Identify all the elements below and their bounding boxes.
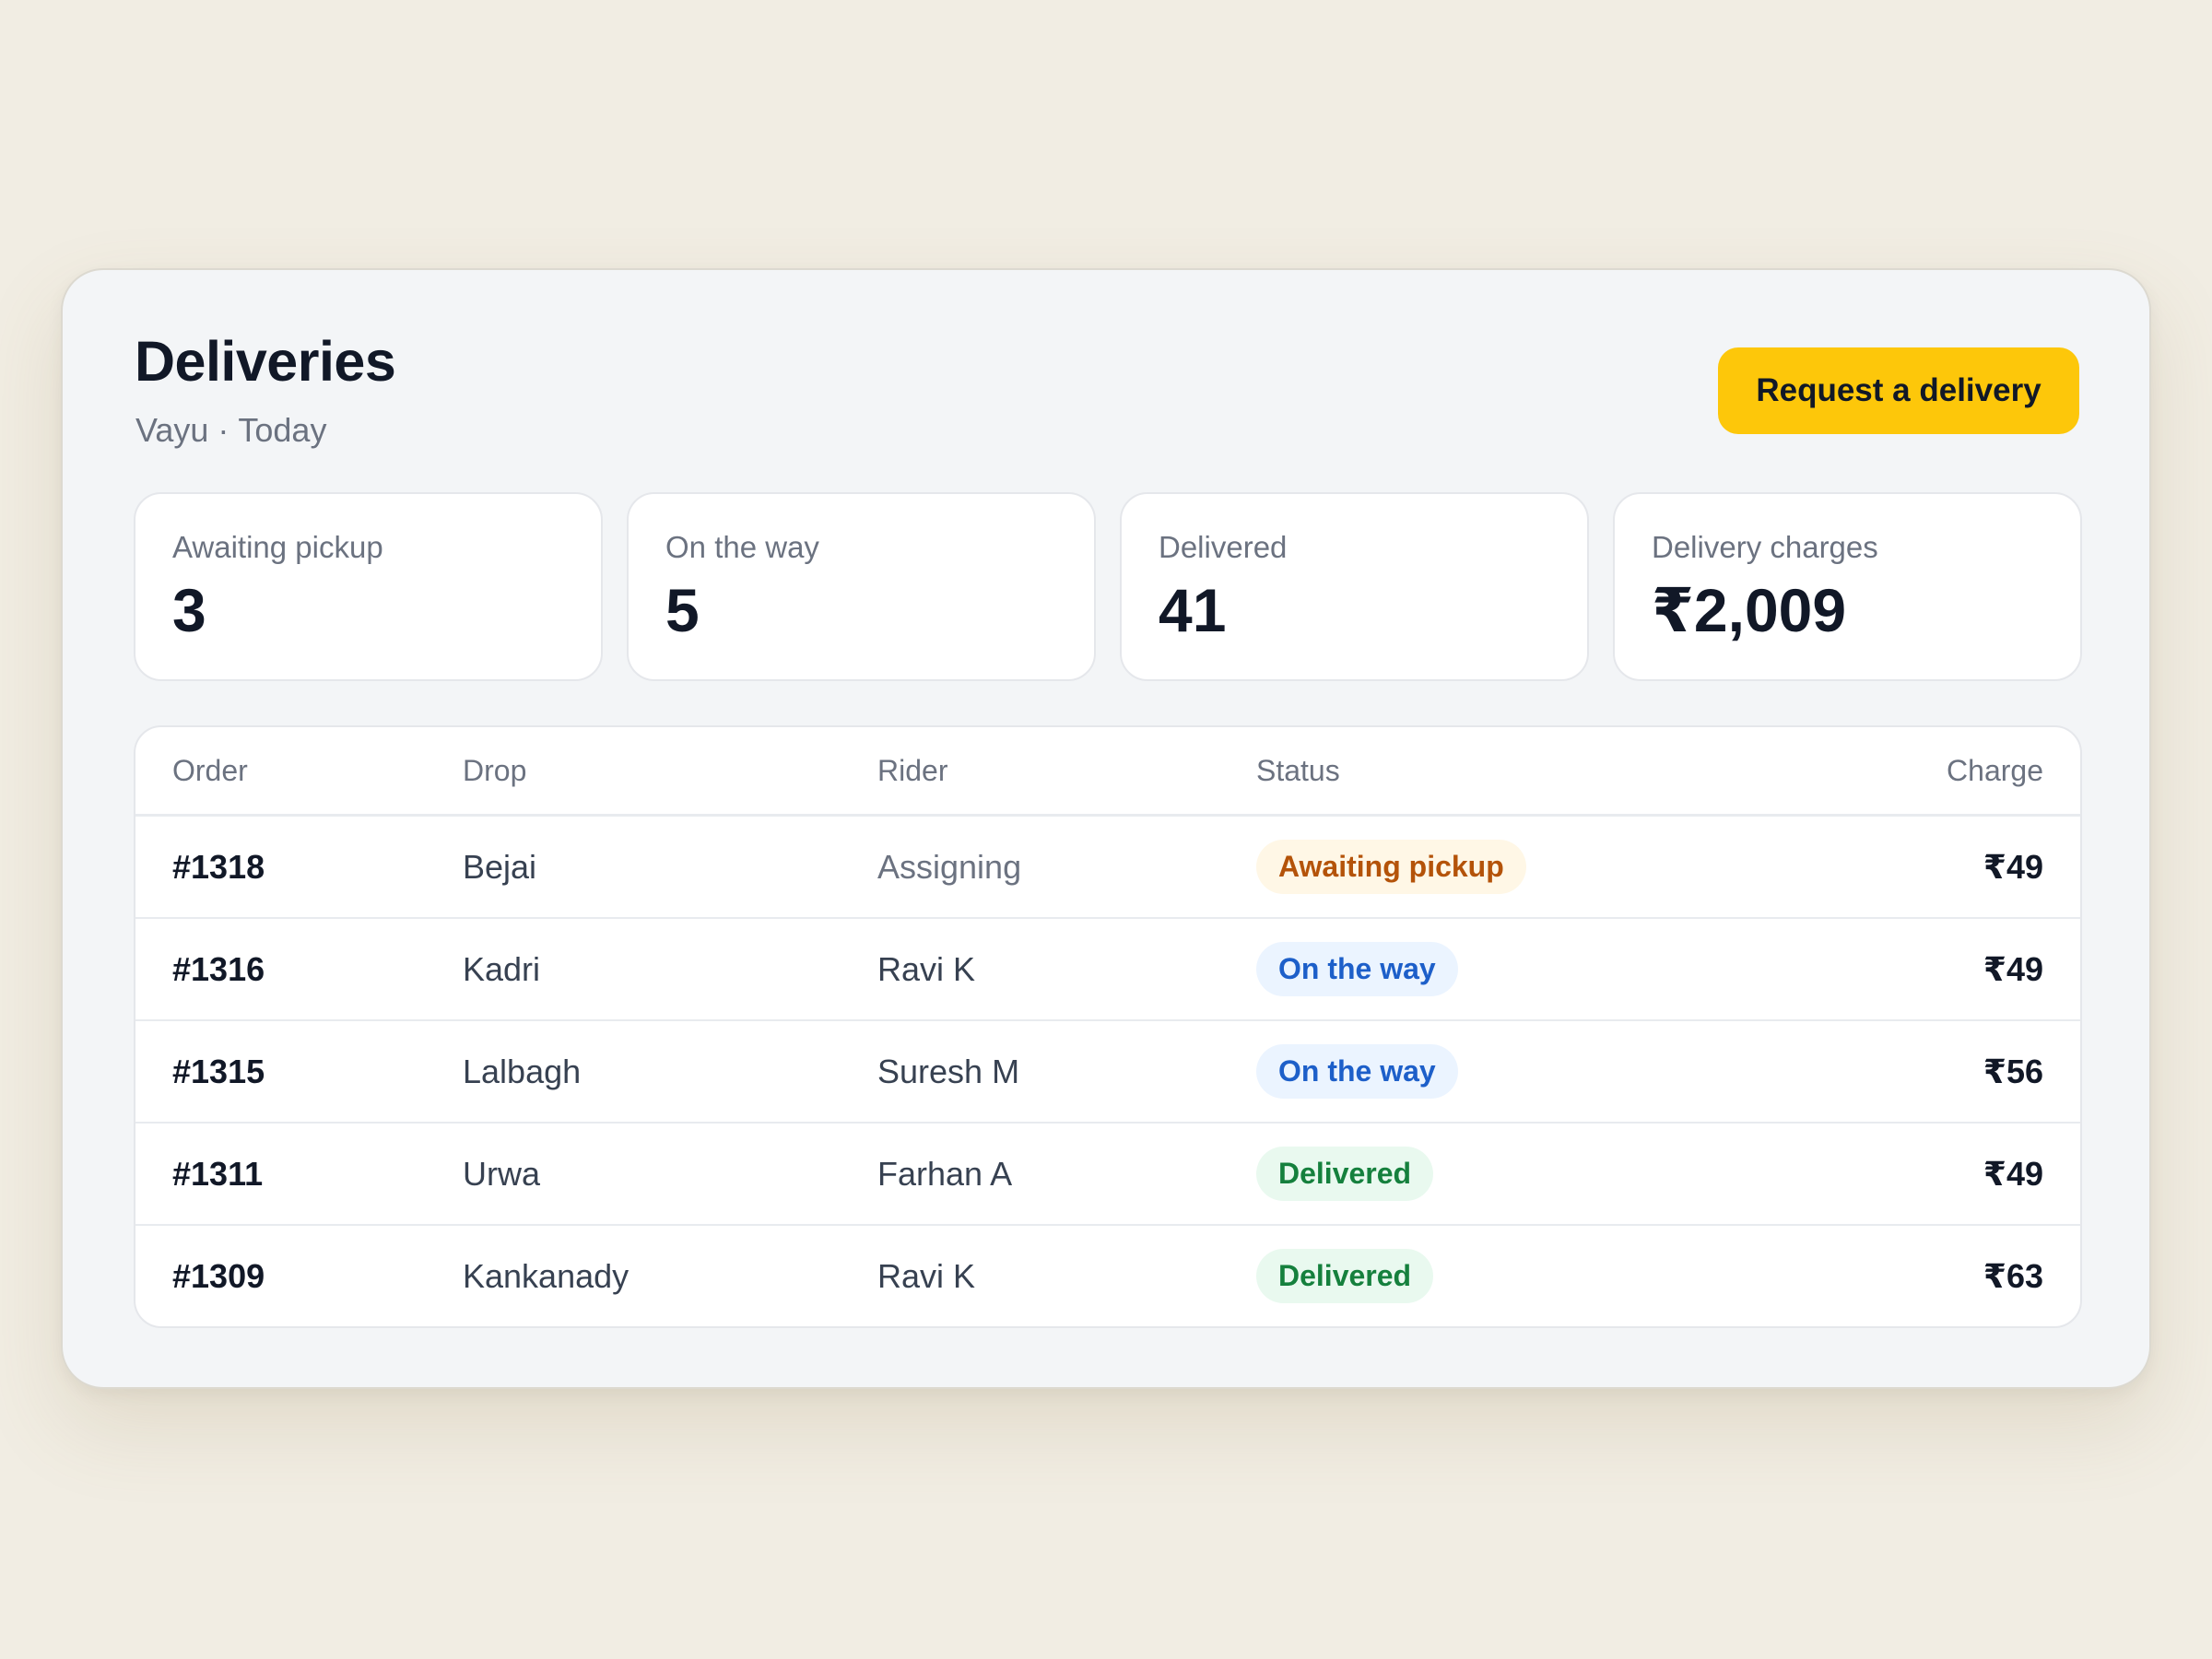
column-header-order[interactable]: Order xyxy=(172,754,463,788)
drop-location: Bejai xyxy=(463,847,537,886)
page-subtitle: Vayu · Today xyxy=(135,410,326,450)
status-badge: Awaiting pickup xyxy=(1256,840,1526,894)
charge-amount: ₹49 xyxy=(1983,1154,2043,1193)
drop-location: Urwa xyxy=(463,1154,541,1193)
period-label: Today xyxy=(238,411,327,449)
subtitle-separator: · xyxy=(218,411,229,449)
table-row[interactable]: #1309 Kankanady Ravi K Delivered ₹63 xyxy=(135,1224,2080,1326)
column-header-charge[interactable]: Charge xyxy=(1785,754,2043,788)
column-header-status[interactable]: Status xyxy=(1256,754,1785,788)
deliveries-table: Order Drop Rider Status Charge #1318 Bej… xyxy=(134,725,2082,1328)
stat-value: 41 xyxy=(1159,575,1227,644)
stat-label: Delivery charges xyxy=(1652,530,1878,564)
stat-label: Delivered xyxy=(1159,530,1288,564)
status-cell: On the way xyxy=(1256,942,1785,996)
stat-value: 5 xyxy=(665,575,700,644)
stats-row: Awaiting pickup 3 On the way 5 Delivered… xyxy=(134,492,2082,681)
status-cell: Delivered xyxy=(1256,1147,1785,1201)
charge-amount: ₹63 xyxy=(1983,1256,2043,1295)
status-cell: On the way xyxy=(1256,1044,1785,1099)
stat-value: ₹2,009 xyxy=(1652,575,1847,644)
charge-amount: ₹49 xyxy=(1983,949,2043,988)
status-cell: Delivered xyxy=(1256,1249,1785,1303)
stat-card-delivered: Delivered 41 xyxy=(1120,492,1589,681)
table-row[interactable]: #1318 Bejai Assigning Awaiting pickup ₹4… xyxy=(135,815,2080,917)
rider-name: Assigning xyxy=(877,847,1022,886)
request-delivery-button[interactable]: Request a delivery xyxy=(1718,347,2079,434)
order-id: #1315 xyxy=(172,1052,265,1090)
column-header-rider[interactable]: Rider xyxy=(877,754,1256,788)
stat-value: 3 xyxy=(172,575,206,644)
charge-amount: ₹56 xyxy=(1983,1052,2043,1090)
status-cell: Awaiting pickup xyxy=(1256,840,1785,894)
charge-amount: ₹49 xyxy=(1983,847,2043,886)
status-badge: On the way xyxy=(1256,1044,1458,1099)
rider-name: Suresh M xyxy=(877,1052,1020,1090)
order-id: #1316 xyxy=(172,949,265,988)
table-header-row: Order Drop Rider Status Charge xyxy=(135,727,2080,815)
status-badge: Delivered xyxy=(1256,1249,1434,1303)
column-header-drop[interactable]: Drop xyxy=(463,754,877,788)
stat-card-delivery-charges: Delivery charges ₹2,009 xyxy=(1613,492,2082,681)
drop-location: Kankanady xyxy=(463,1256,629,1295)
rider-name: Ravi K xyxy=(877,1256,976,1295)
status-badge: Delivered xyxy=(1256,1147,1434,1201)
deliveries-panel: Deliveries Vayu · Today Request a delivery… xyxy=(61,268,2151,1389)
table-row[interactable]: #1311 Urwa Farhan A Delivered ₹49 xyxy=(135,1122,2080,1224)
order-id: #1318 xyxy=(172,847,265,886)
page-title: Deliveries xyxy=(135,330,396,393)
order-id: #1309 xyxy=(172,1256,265,1295)
stat-label: Awaiting pickup xyxy=(172,530,383,564)
table-row[interactable]: #1316 Kadri Ravi K On the way ₹49 xyxy=(135,917,2080,1019)
drop-location: Kadri xyxy=(463,949,541,988)
table-row[interactable]: #1315 Lalbagh Suresh M On the way ₹56 xyxy=(135,1019,2080,1122)
rider-name: Farhan A xyxy=(877,1154,1013,1193)
rider-name: Ravi K xyxy=(877,949,976,988)
stat-label: On the way xyxy=(665,530,819,564)
drop-location: Lalbagh xyxy=(463,1052,582,1090)
stat-card-awaiting-pickup: Awaiting pickup 3 xyxy=(134,492,603,681)
status-badge: On the way xyxy=(1256,942,1458,996)
order-id: #1311 xyxy=(172,1154,264,1193)
stat-card-on-the-way: On the way 5 xyxy=(627,492,1096,681)
account-name: Vayu xyxy=(135,411,209,449)
